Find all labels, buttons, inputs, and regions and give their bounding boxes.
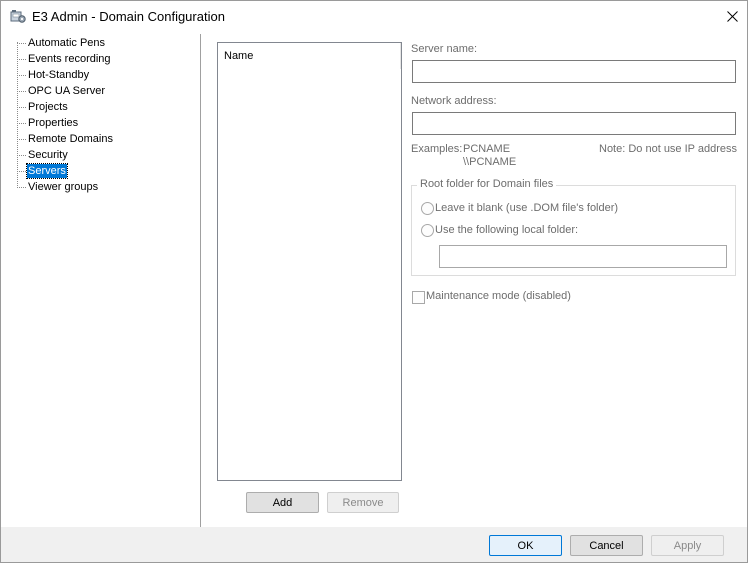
root-folder-group-title: Root folder for Domain files bbox=[417, 178, 557, 190]
remove-server-button[interactable]: Remove bbox=[327, 492, 399, 513]
tree-connector bbox=[17, 187, 26, 188]
tree-item-events-recording[interactable]: Events recording bbox=[5, 52, 195, 66]
tree-item-label: Servers bbox=[26, 163, 68, 179]
tree-item-label: Projects bbox=[28, 101, 68, 113]
tree-item-hot-standby[interactable]: Hot-Standby bbox=[5, 68, 195, 82]
column-header-label: Name bbox=[224, 50, 254, 62]
tree-item-label: Remote Domains bbox=[28, 133, 113, 145]
tree-item-label: Hot-Standby bbox=[28, 69, 90, 81]
window-title: E3 Admin - Domain Configuration bbox=[32, 9, 225, 24]
e3-admin-icon bbox=[10, 10, 26, 23]
tree-connector bbox=[17, 139, 26, 140]
examples-label: Examples: bbox=[411, 143, 463, 155]
tree-item-security[interactable]: Security bbox=[5, 148, 195, 162]
tree-item-label: Security bbox=[28, 149, 68, 161]
maintenance-mode-label: Maintenance mode (disabled) bbox=[426, 290, 571, 302]
close-icon bbox=[726, 11, 738, 22]
title-bar[interactable]: E3 Admin - Domain Configuration bbox=[1, 1, 747, 32]
tree-item-servers[interactable]: Servers bbox=[5, 163, 195, 179]
tree-item-remote-domains[interactable]: Remote Domains bbox=[5, 132, 195, 146]
server-name-label: Server name: bbox=[411, 43, 478, 55]
tree-connector bbox=[17, 123, 26, 124]
add-server-button[interactable]: Add bbox=[246, 492, 319, 513]
server-name-input[interactable] bbox=[412, 60, 736, 83]
apply-button[interactable]: Apply bbox=[651, 535, 724, 556]
tree-item-label: Events recording bbox=[28, 53, 111, 65]
ip-address-note: Note: Do not use IP address bbox=[599, 143, 737, 155]
tree-connector bbox=[17, 107, 26, 108]
tree-item-automatic-pens[interactable]: Automatic Pens bbox=[5, 36, 195, 50]
list-column-header-name[interactable]: Name bbox=[218, 43, 401, 69]
tree-item-projects[interactable]: Projects bbox=[5, 100, 195, 114]
example-unc-pcname: \\PCNAME bbox=[463, 156, 517, 168]
tree-item-label: Viewer groups bbox=[28, 181, 99, 193]
leave-blank-label: Leave it blank (use .DOM file's folder) bbox=[435, 202, 619, 214]
tree-connector bbox=[17, 59, 26, 60]
tree-item-label: Properties bbox=[28, 117, 79, 129]
local-folder-label: Use the following local folder: bbox=[435, 224, 579, 236]
tree-item-label: OPC UA Server bbox=[28, 85, 106, 97]
local-folder-radio[interactable] bbox=[421, 224, 434, 237]
network-address-input[interactable] bbox=[412, 112, 736, 135]
example-pcname: PCNAME bbox=[463, 143, 511, 155]
tree-item-opc-ua-server[interactable]: OPC UA Server bbox=[5, 84, 195, 98]
tree-connector bbox=[17, 91, 26, 92]
domain-configuration-window: E3 Admin - Domain Configuration Automati… bbox=[0, 0, 748, 563]
leave-blank-radio[interactable] bbox=[421, 202, 434, 215]
tree-item-label: Automatic Pens bbox=[28, 37, 106, 49]
close-button[interactable] bbox=[717, 1, 747, 32]
tree-item-properties[interactable]: Properties bbox=[5, 116, 195, 130]
settings-tree[interactable]: Automatic Pens Events recording Hot-Stan… bbox=[5, 34, 201, 527]
maintenance-mode-checkbox[interactable] bbox=[412, 291, 425, 304]
network-address-label: Network address: bbox=[411, 95, 497, 107]
local-folder-input[interactable] bbox=[439, 245, 727, 268]
servers-list[interactable]: Name bbox=[217, 42, 402, 481]
tree-connector bbox=[17, 75, 26, 76]
tree-connector bbox=[17, 155, 26, 156]
dialog-client-area: Automatic Pens Events recording Hot-Stan… bbox=[1, 32, 747, 527]
tree-connector bbox=[17, 171, 26, 172]
tree-item-viewer-groups[interactable]: Viewer groups bbox=[5, 180, 195, 194]
dialog-footer: OK Cancel Apply bbox=[1, 527, 747, 562]
ok-button[interactable]: OK bbox=[489, 535, 562, 556]
cancel-button[interactable]: Cancel bbox=[570, 535, 643, 556]
tree-connector bbox=[17, 43, 26, 44]
